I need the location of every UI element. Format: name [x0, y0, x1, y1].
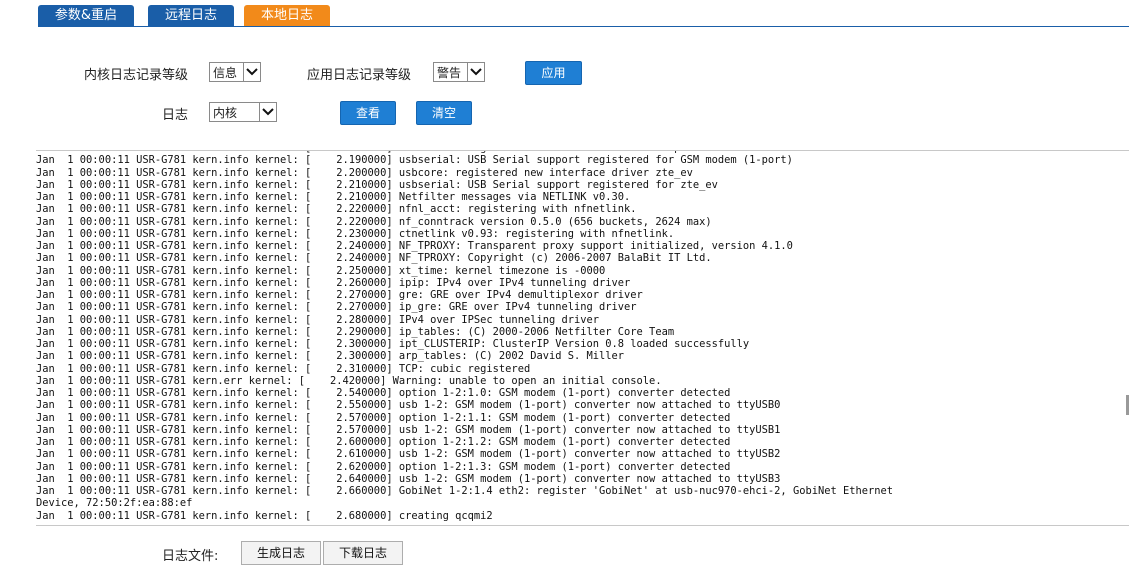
tab-underline	[38, 26, 1129, 27]
tab-local-log[interactable]: 本地日志	[244, 5, 330, 27]
app-log-level-value: 警告	[437, 66, 462, 80]
generate-log-button[interactable]: 生成日志	[241, 541, 321, 565]
apply-button[interactable]: 应用	[525, 61, 582, 85]
kernel-log-level-value: 信息	[213, 66, 238, 80]
log-line: Jan 1 00:00:11 USR-G781 kern.info kernel…	[36, 240, 793, 252]
log-line: Jan 1 00:00:11 USR-G781 kern.info kernel…	[36, 289, 643, 301]
download-log-button[interactable]: 下载日志	[323, 541, 403, 565]
log-line: Jan 1 00:00:11 USR-G781 kern.info kernel…	[36, 252, 712, 265]
log-line: Jan 1 00:00:11 USR-G781 kern.info kernel…	[36, 387, 731, 399]
tab-params-restart[interactable]: 参数&重启	[38, 5, 134, 27]
log-type-select[interactable]: 内核	[209, 102, 277, 122]
view-button[interactable]: 查看	[340, 101, 396, 125]
log-line: Jan 1 00:00:11 USR-G781 kern.info kernel…	[36, 460, 731, 473]
tab-remote-log[interactable]: 远程日志	[148, 5, 234, 27]
log-line: Jan 1 00:00:11 USR-G781 kern.info kernel…	[36, 166, 693, 179]
log-line: Jan 1 00:00:11 USR-G781 kern.info kernel…	[36, 399, 781, 412]
log-type-label: 日志	[162, 108, 189, 123]
log-line: Jan 1 00:00:11 USR-G781 kern.info kernel…	[36, 191, 631, 203]
log-line: Jan 1 00:00:11 USR-G781 kern.info kernel…	[36, 203, 637, 216]
clear-button[interactable]: 清空	[416, 101, 472, 125]
log-type-value: 内核	[213, 106, 238, 120]
chevron-down-icon	[259, 103, 276, 121]
log-line: Jan 1 00:00:11 USR-G781 kern.info kernel…	[36, 485, 894, 497]
log-file-label: 日志文件:	[162, 549, 219, 564]
chevron-down-icon	[243, 63, 260, 81]
log-line: Jan 1 00:00:11 USR-G781 kern.info kernel…	[36, 411, 731, 424]
log-line: Jan 1 00:00:11 USR-G781 kern.info kernel…	[36, 436, 731, 448]
log-line: Jan 1 00:00:11 USR-G781 kern.info kernel…	[36, 313, 600, 326]
log-line: Jan 1 00:00:11 USR-G781 kern.info kernel…	[36, 301, 637, 314]
log-line: Jan 1 00:00:11 USR-G781 kern.info kernel…	[36, 264, 606, 277]
chevron-down-icon	[467, 63, 484, 81]
log-line: Jan 1 00:00:11 USR-G781 kern.info kernel…	[36, 448, 781, 461]
log-line: Jan 1 00:00:11 USR-G781 kern.info kernel…	[36, 472, 781, 485]
log-text: Jan 1 00:00:11 USR-G781 kern.info kernel…	[36, 151, 894, 522]
app-log-level-label: 应用日志记录等级	[307, 68, 412, 83]
log-line: Jan 1 00:00:11 USR-G781 kern.info kernel…	[36, 227, 675, 240]
log-line: Jan 1 00:00:11 USR-G781 kern.info kernel…	[36, 154, 793, 167]
log-line: Jan 1 00:00:11 USR-G781 kern.err kernel:…	[36, 374, 662, 387]
log-line: Jan 1 00:00:11 USR-G781 kern.info kernel…	[36, 178, 718, 191]
log-line: Jan 1 00:00:11 USR-G781 kern.info kernel…	[36, 215, 712, 228]
app-log-level-select[interactable]: 警告	[433, 62, 485, 82]
log-line: Jan 1 00:00:11 USR-G781 kern.info kernel…	[36, 325, 675, 338]
kernel-log-level-select[interactable]: 信息	[209, 62, 261, 82]
log-line: Jan 1 00:00:11 USR-G781 kern.info kernel…	[36, 350, 625, 363]
log-line: Device, 72:50:2f:ea:88:ef	[36, 497, 193, 510]
log-line: Jan 1 00:00:11 USR-G781 kern.info kernel…	[36, 276, 631, 289]
kernel-log-level-label: 内核日志记录等级	[84, 68, 189, 83]
log-line: Jan 1 00:00:11 USR-G781 kern.info kernel…	[36, 509, 493, 522]
log-output[interactable]: Jan 1 00:00:11 USR-G781 kern.info kernel…	[36, 150, 1129, 526]
log-line: Jan 1 00:00:11 USR-G781 kern.info kernel…	[36, 423, 781, 436]
log-line: Jan 1 00:00:11 USR-G781 kern.info kernel…	[36, 338, 750, 350]
log-line: Jan 1 00:00:11 USR-G781 kern.info kernel…	[36, 362, 531, 375]
